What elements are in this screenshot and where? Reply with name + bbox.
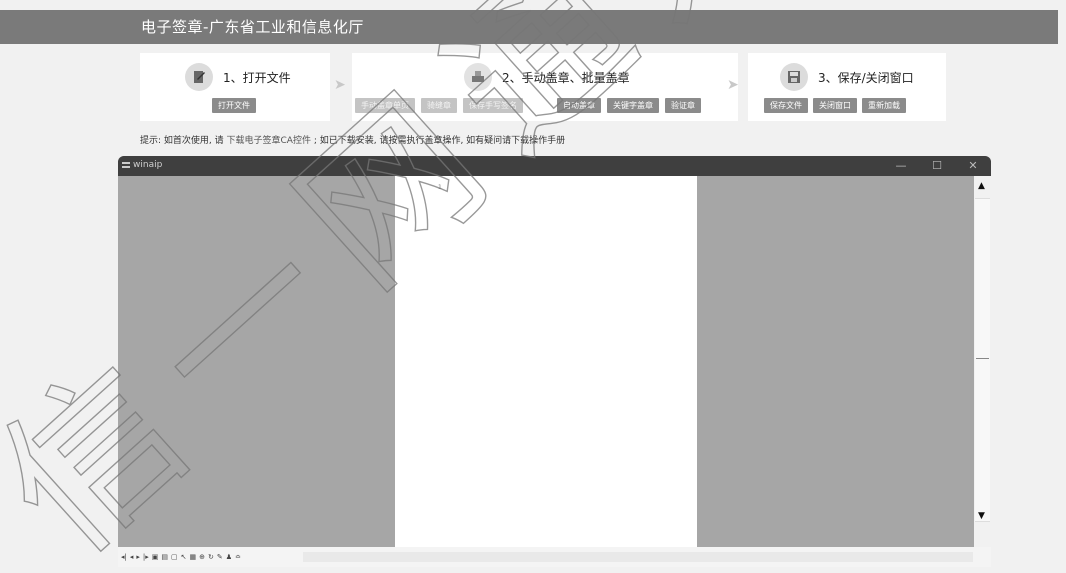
step-open-file: 1、打开文件 打开文件 (140, 53, 330, 121)
cursor-icon[interactable]: ↖ (181, 553, 187, 561)
save-disk-icon (780, 63, 808, 91)
auto-stamp-button[interactable]: 自动盖章 (557, 98, 601, 113)
fit-page-icon[interactable]: ▣ (152, 553, 159, 561)
rotate-icon[interactable]: ↻ (208, 553, 214, 561)
zoom-icon[interactable]: ⊕ (199, 553, 205, 561)
scroll-marker (976, 358, 989, 359)
horizontal-scrollbar[interactable] (303, 552, 973, 562)
app-icon (122, 161, 130, 168)
manual-stamp-button[interactable]: 手动盖章单页 (355, 98, 415, 113)
chevron-right-icon: ➤ (334, 77, 346, 93)
hint-prefix: 提示: 如首次使用, 请 (140, 136, 224, 146)
step-save-close: 3、保存/关闭窗口 保存文件 关闭窗口 重新加载 (748, 53, 946, 121)
maximize-button[interactable]: ☐ (919, 156, 955, 176)
step-panel: 1、打开文件 打开文件 ➤ 2、手动盖章、批量盖章 手动盖章单页 骑缝章 保存手… (140, 53, 946, 121)
download-ca-link[interactable]: 下载电子签章CA控件 (227, 136, 311, 146)
app-header: 电子签章-广东省工业和信息化厅 (0, 10, 1058, 44)
page-title: 电子签章-广东省工业和信息化厅 (141, 18, 364, 36)
reload-button[interactable]: 重新加载 (862, 98, 906, 113)
save-signature-button[interactable]: 保存手写签名 (463, 98, 523, 113)
hint-suffix: ; 如已下载安装, 请按需执行盖章操作, 如有疑问请下载操作手册 (313, 136, 566, 146)
minimize-button[interactable]: — (883, 156, 919, 176)
verify-stamp-button[interactable]: 验证章 (665, 98, 701, 113)
close-window-button[interactable]: 关闭窗口 (813, 98, 857, 113)
last-page-icon[interactable]: |▸ (143, 553, 149, 561)
user-icon[interactable]: ♟ (226, 553, 232, 561)
keyword-stamp-button[interactable]: 关键字盖章 (607, 98, 659, 113)
scroll-thumb[interactable] (975, 198, 990, 522)
first-page-icon[interactable]: ◂| (121, 553, 127, 561)
grid-icon[interactable]: ▦ (190, 553, 197, 561)
document-page[interactable]: 1 (395, 176, 697, 547)
edit-document-icon (185, 63, 213, 91)
chevron-right-icon: ➤ (727, 77, 739, 93)
window-titlebar: winaip — ☐ ✕ (118, 156, 991, 176)
hint-text: 提示: 如首次使用, 请 下载电子签章CA控件 ; 如已下载安装, 请按需执行盖… (140, 133, 565, 146)
document-viewer-window: winaip — ☐ ✕ 1 ▲ ▼ ◂| ◂ ▸ |▸ ▣ ▤ ▢ ↖ ▦ ⊕… (118, 156, 991, 567)
seam-stamp-button[interactable]: 骑缝章 (421, 98, 457, 113)
viewer-toolbar: ◂| ◂ ▸ |▸ ▣ ▤ ▢ ↖ ▦ ⊕ ↻ ✎ ♟ ≏ (118, 547, 991, 567)
window-title: winaip (133, 160, 163, 170)
pen-icon[interactable]: ✎ (217, 553, 223, 561)
vertical-scrollbar[interactable]: ▲ ▼ (974, 176, 991, 547)
fit-width-icon[interactable]: ▤ (161, 553, 168, 561)
page-number: 1 (438, 184, 442, 191)
scroll-up-icon[interactable]: ▲ (978, 181, 985, 191)
step-label: 3、保存/关闭窗口 (818, 70, 914, 85)
next-page-icon[interactable]: ▸ (136, 553, 140, 561)
open-file-button[interactable]: 打开文件 (212, 98, 256, 113)
mark-icon[interactable]: ≏ (235, 553, 241, 561)
seal-stamp-icon (464, 63, 492, 91)
step-label: 2、手动盖章、批量盖章 (502, 70, 630, 85)
single-page-icon[interactable]: ▢ (171, 553, 178, 561)
step-stamp: 2、手动盖章、批量盖章 手动盖章单页 骑缝章 保存手写签名 自动盖章 关键字盖章… (352, 53, 738, 121)
step-label: 1、打开文件 (223, 70, 291, 85)
close-button[interactable]: ✕ (955, 156, 991, 176)
prev-page-icon[interactable]: ◂ (130, 553, 134, 561)
save-file-button[interactable]: 保存文件 (764, 98, 808, 113)
scroll-down-icon[interactable]: ▼ (978, 511, 985, 521)
